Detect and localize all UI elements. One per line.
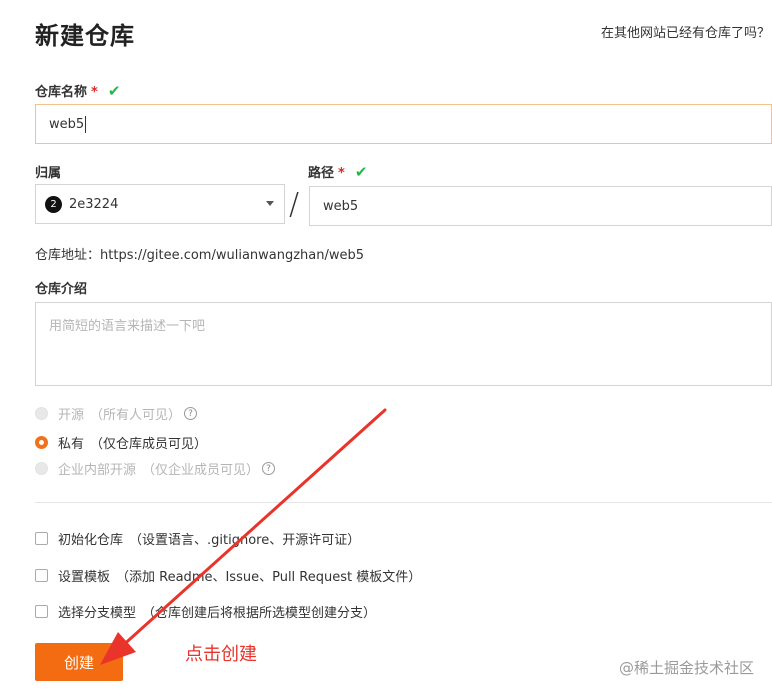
watermark: @稀土掘金技术社区	[618, 659, 754, 677]
annotation-arrow-icon	[100, 408, 387, 665]
annotation-text: 点击创建	[185, 644, 257, 665]
